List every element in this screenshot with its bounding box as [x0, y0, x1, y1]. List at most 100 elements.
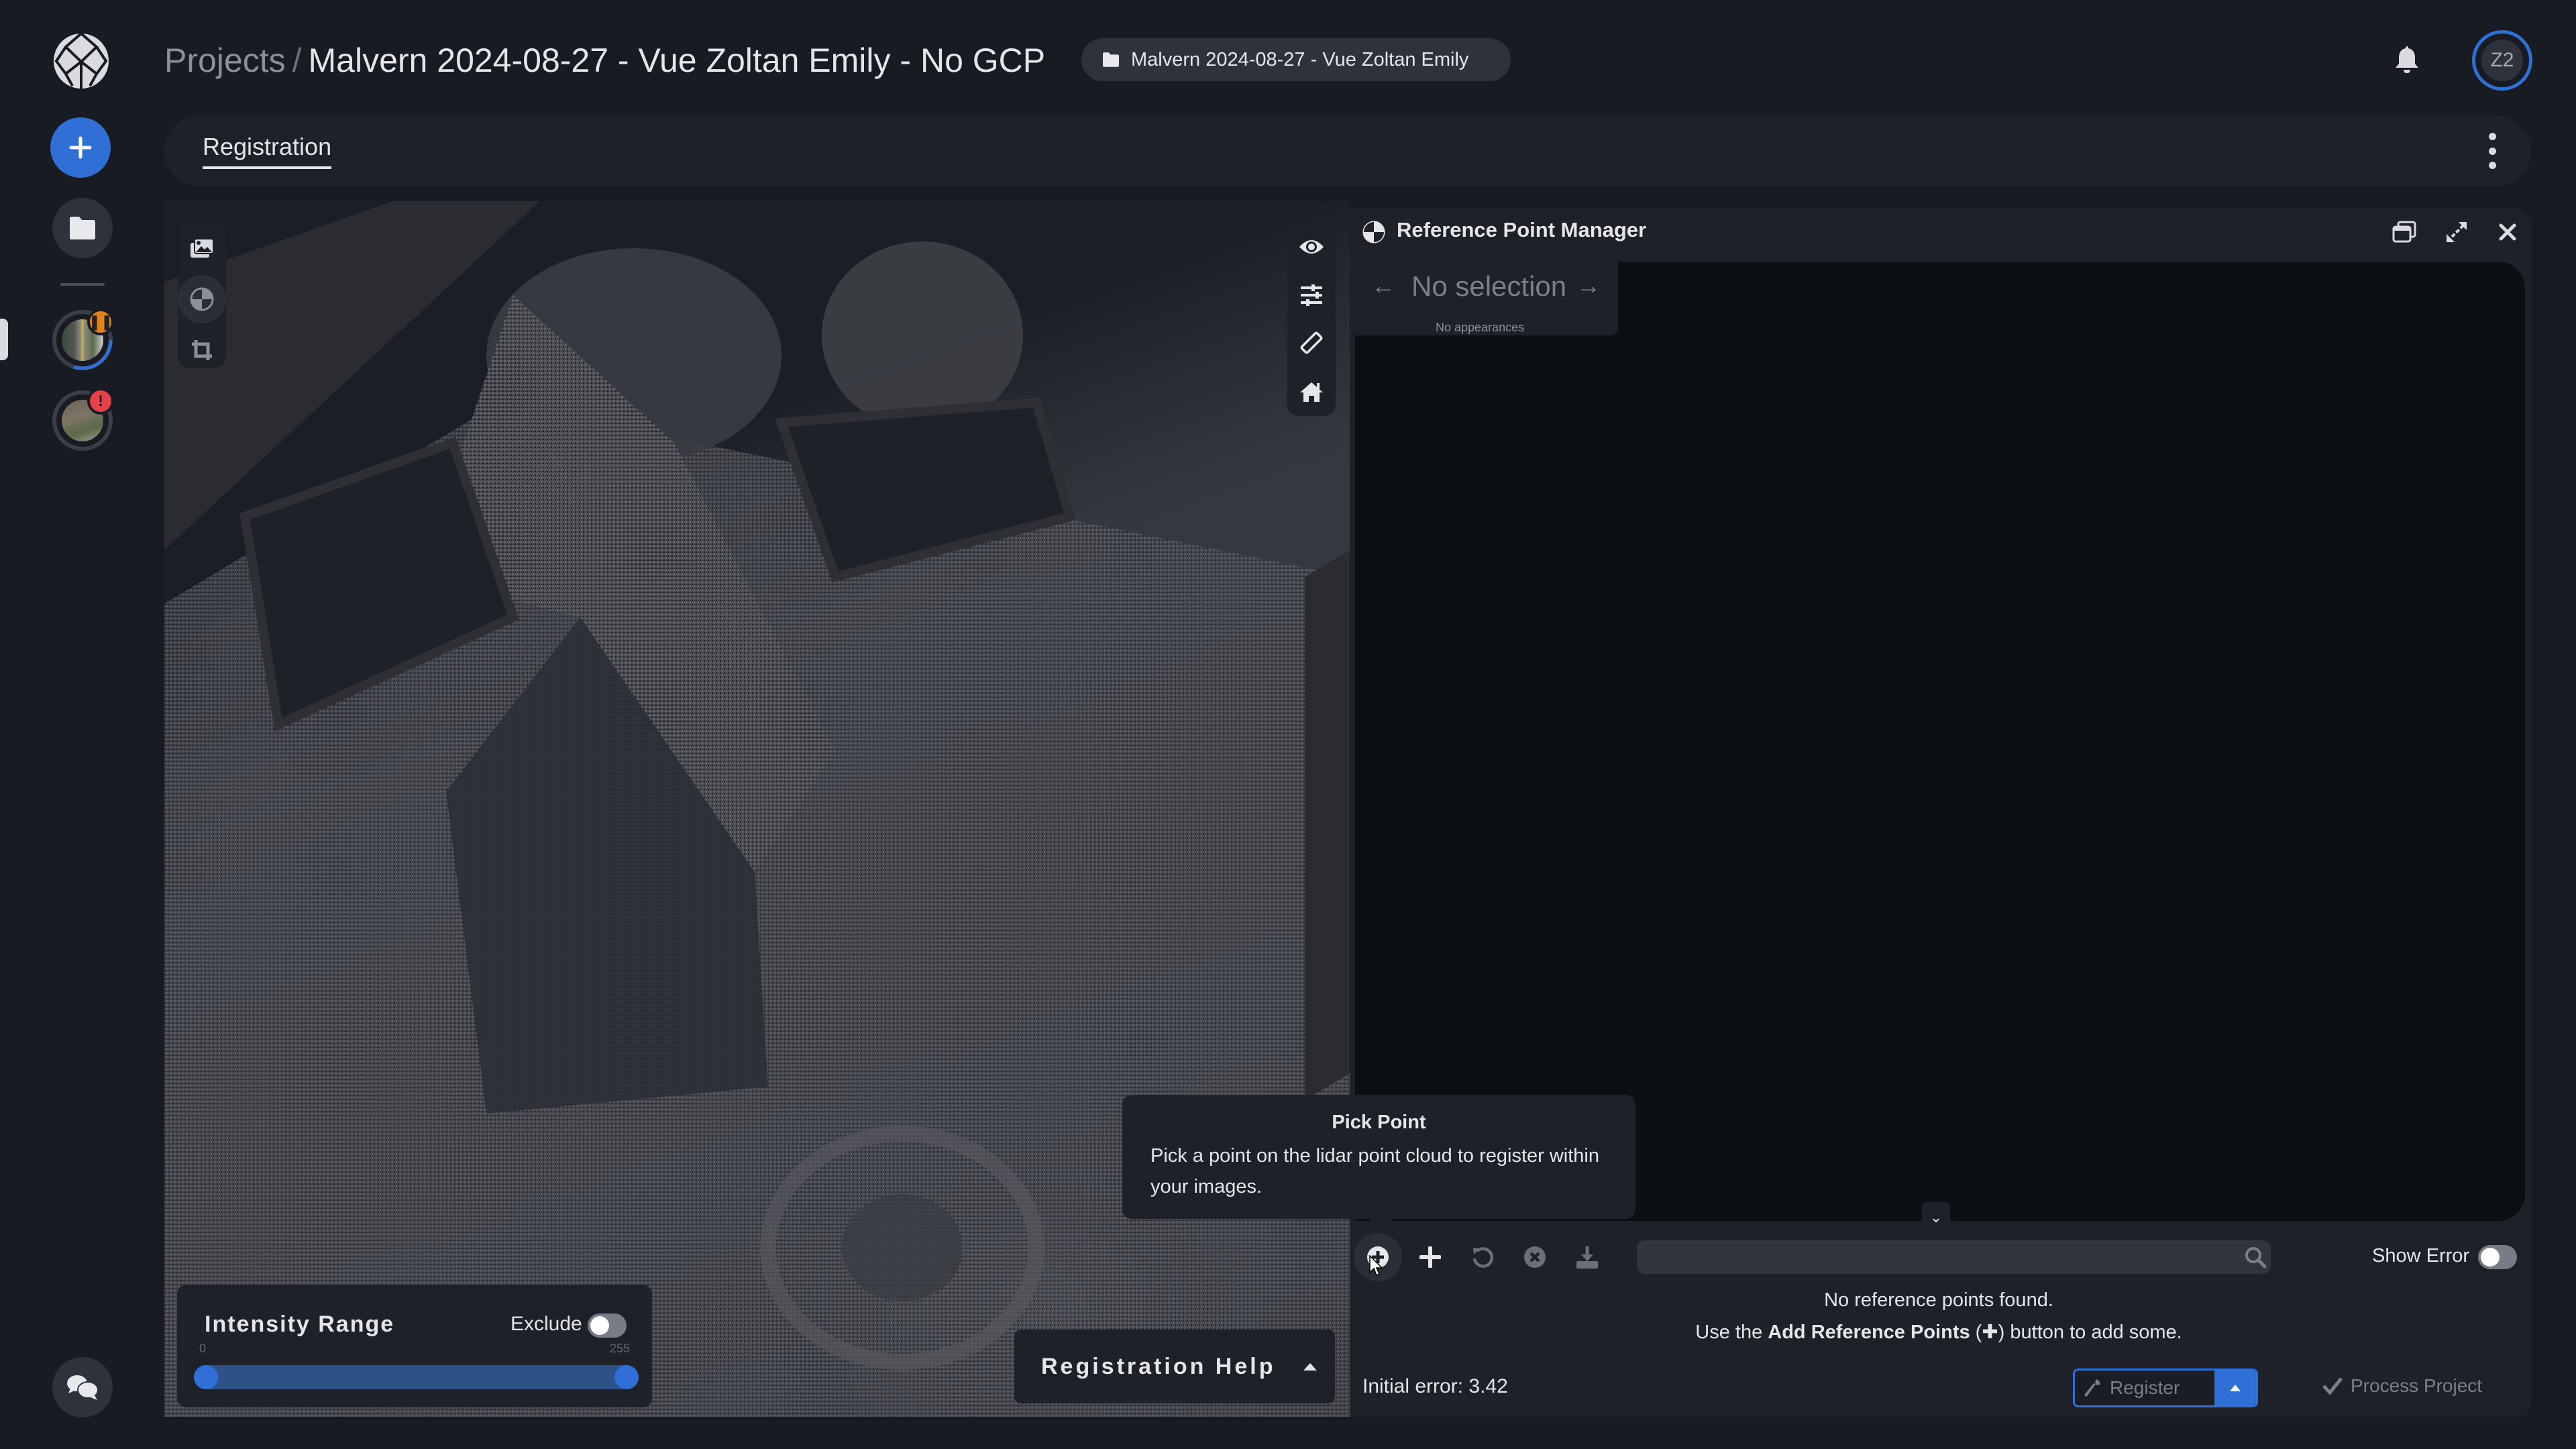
initial-error-readout: Initial error: 3.42	[1362, 1375, 1508, 1397]
download-button[interactable]	[1563, 1233, 1611, 1281]
reference-point-icon	[190, 287, 214, 311]
breadcrumb: Projects / Malvern 2024-08-27 - Vue Zolt…	[164, 39, 1045, 82]
expand-icon	[2447, 222, 2467, 242]
intensity-max-handle[interactable]	[614, 1365, 639, 1389]
projects-button[interactable]	[52, 198, 113, 258]
crop-button[interactable]	[184, 333, 219, 368]
home-view-button[interactable]	[1294, 374, 1329, 409]
undo-button[interactable]	[1458, 1233, 1507, 1281]
previous-point-button[interactable]: ←	[1371, 272, 1395, 300]
intensity-range-panel: Intensity Range Exclude 0 255	[177, 1285, 652, 1407]
exclude-label: Exclude	[511, 1313, 582, 1335]
point-cloud-viewport[interactable]	[164, 201, 1350, 1417]
process-project-button[interactable]: Process Project	[2322, 1375, 2482, 1397]
right-viewport-toolbar	[1287, 221, 1336, 416]
check-icon	[2322, 1377, 2343, 1395]
add-reference-points-button[interactable]	[1406, 1233, 1454, 1281]
settings-sliders-button[interactable]	[1294, 278, 1329, 313]
avatar: Z2	[2481, 40, 2523, 81]
reference-points-toolbar	[1354, 1233, 1611, 1281]
folder-chip[interactable]: Malvern 2024-08-27 - Vue Zoltan Emily	[1081, 38, 1511, 81]
intensity-max-label: 255	[610, 1342, 631, 1355]
reference-points-search-input[interactable]	[1637, 1240, 2271, 1274]
eye-icon	[1299, 240, 1324, 254]
paused-badge-icon: ❚❚	[87, 309, 114, 335]
mouse-cursor-icon	[1369, 1255, 1383, 1277]
folder-icon	[70, 217, 95, 239]
panel-title: Reference Point Manager	[1397, 218, 1647, 241]
breadcrumb-separator: /	[292, 42, 302, 79]
point-cloud-scene	[164, 201, 1350, 1417]
caret-up-icon	[1303, 1363, 1318, 1371]
popout-window-button[interactable]	[2390, 217, 2419, 247]
chat-icon	[67, 1375, 99, 1400]
collapse-preview-button[interactable]: ⌄	[1922, 1202, 1950, 1233]
sidebar-divider	[60, 283, 105, 286]
wrench-icon	[2084, 1379, 2100, 1397]
breadcrumb-projects-link[interactable]: Projects	[164, 41, 286, 80]
empty-hint-bold: Add Reference Points	[1768, 1322, 1970, 1343]
registration-help-label: Registration Help	[1041, 1353, 1276, 1379]
clear-points-button[interactable]	[1511, 1233, 1559, 1281]
next-point-button[interactable]: →	[1576, 272, 1601, 300]
intensity-range-slider[interactable]	[194, 1365, 639, 1389]
reference-point-icon	[1362, 221, 1385, 244]
search-icon	[2245, 1247, 2267, 1269]
download-icon	[1576, 1246, 1598, 1269]
undo-icon	[1472, 1247, 1494, 1268]
images-toggle-button[interactable]	[184, 231, 219, 266]
chat-button[interactable]	[52, 1357, 113, 1417]
register-split-button: Register	[2073, 1368, 2258, 1407]
image-preview-area[interactable]	[1355, 262, 2525, 1221]
tab-registration[interactable]: Registration	[203, 133, 332, 169]
show-error-label: Show Error	[2372, 1245, 2470, 1267]
clear-circle-icon	[1524, 1246, 1546, 1268]
images-icon	[191, 238, 214, 258]
visibility-button[interactable]	[1294, 229, 1329, 264]
intensity-range-title: Intensity Range	[205, 1311, 395, 1337]
empty-hint-suffix: button to add some.	[2004, 1322, 2182, 1343]
intensity-min-handle[interactable]	[194, 1365, 218, 1389]
intensity-range-fill	[194, 1365, 639, 1389]
reference-points-toggle-button[interactable]	[178, 275, 226, 323]
tooltip-body: Pick a point on the lidar point cloud to…	[1150, 1145, 1599, 1197]
new-project-button[interactable]	[50, 117, 111, 178]
empty-state-message: No reference points found.	[1824, 1289, 2053, 1311]
register-options-button[interactable]	[2214, 1371, 2256, 1405]
registration-help-button[interactable]: Registration Help	[1014, 1330, 1335, 1403]
ruler-icon	[1300, 331, 1323, 354]
selection-label: No selection	[1411, 270, 1567, 302]
notifications-bell-icon[interactable]	[2392, 44, 2422, 74]
arrow-left-icon: ←	[1371, 272, 1395, 299]
user-avatar-button[interactable]: Z2	[2472, 30, 2532, 91]
more-options-kebab-icon[interactable]	[2482, 133, 2502, 169]
caret-up-icon	[2230, 1385, 2241, 1391]
plus-icon	[69, 136, 92, 159]
chevron-down-icon: ⌄	[1929, 1209, 1943, 1226]
crop-icon	[192, 340, 212, 360]
page-title: Malvern 2024-08-27 - Vue Zoltan Emily - …	[308, 42, 1046, 79]
logo-icon[interactable]	[52, 32, 110, 90]
left-viewport-toolbar	[178, 223, 226, 368]
appearances-label: No appearances	[1436, 321, 1525, 334]
exclude-toggle[interactable]	[588, 1313, 627, 1338]
home-icon	[1300, 382, 1323, 402]
register-button[interactable]: Register	[2075, 1371, 2214, 1405]
alert-badge-icon: !	[87, 388, 114, 415]
register-label: Register	[2110, 1377, 2180, 1398]
folder-icon	[1103, 52, 1119, 67]
folder-chip-label: Malvern 2024-08-27 - Vue Zoltan Emily	[1131, 48, 1469, 70]
popout-icon	[2392, 221, 2416, 243]
pick-point-tooltip: Pick Point Pick a point on the lidar poi…	[1122, 1095, 1635, 1231]
empty-hint-prefix: Use the	[1695, 1322, 1768, 1343]
close-panel-button[interactable]	[2493, 217, 2522, 247]
empty-state-hint: Use the Add Reference Points (✚) button …	[1610, 1320, 2267, 1344]
expand-panel-button[interactable]	[2442, 217, 2471, 247]
close-icon	[2499, 223, 2516, 241]
process-project-label: Process Project	[2351, 1375, 2483, 1396]
show-error-toggle[interactable]	[2478, 1245, 2517, 1269]
measure-button[interactable]	[1294, 326, 1329, 361]
add-inline-icon: (✚)	[1975, 1322, 2005, 1343]
arrow-right-icon: →	[1576, 272, 1601, 299]
tooltip-title: Pick Point	[1332, 1112, 1426, 1133]
